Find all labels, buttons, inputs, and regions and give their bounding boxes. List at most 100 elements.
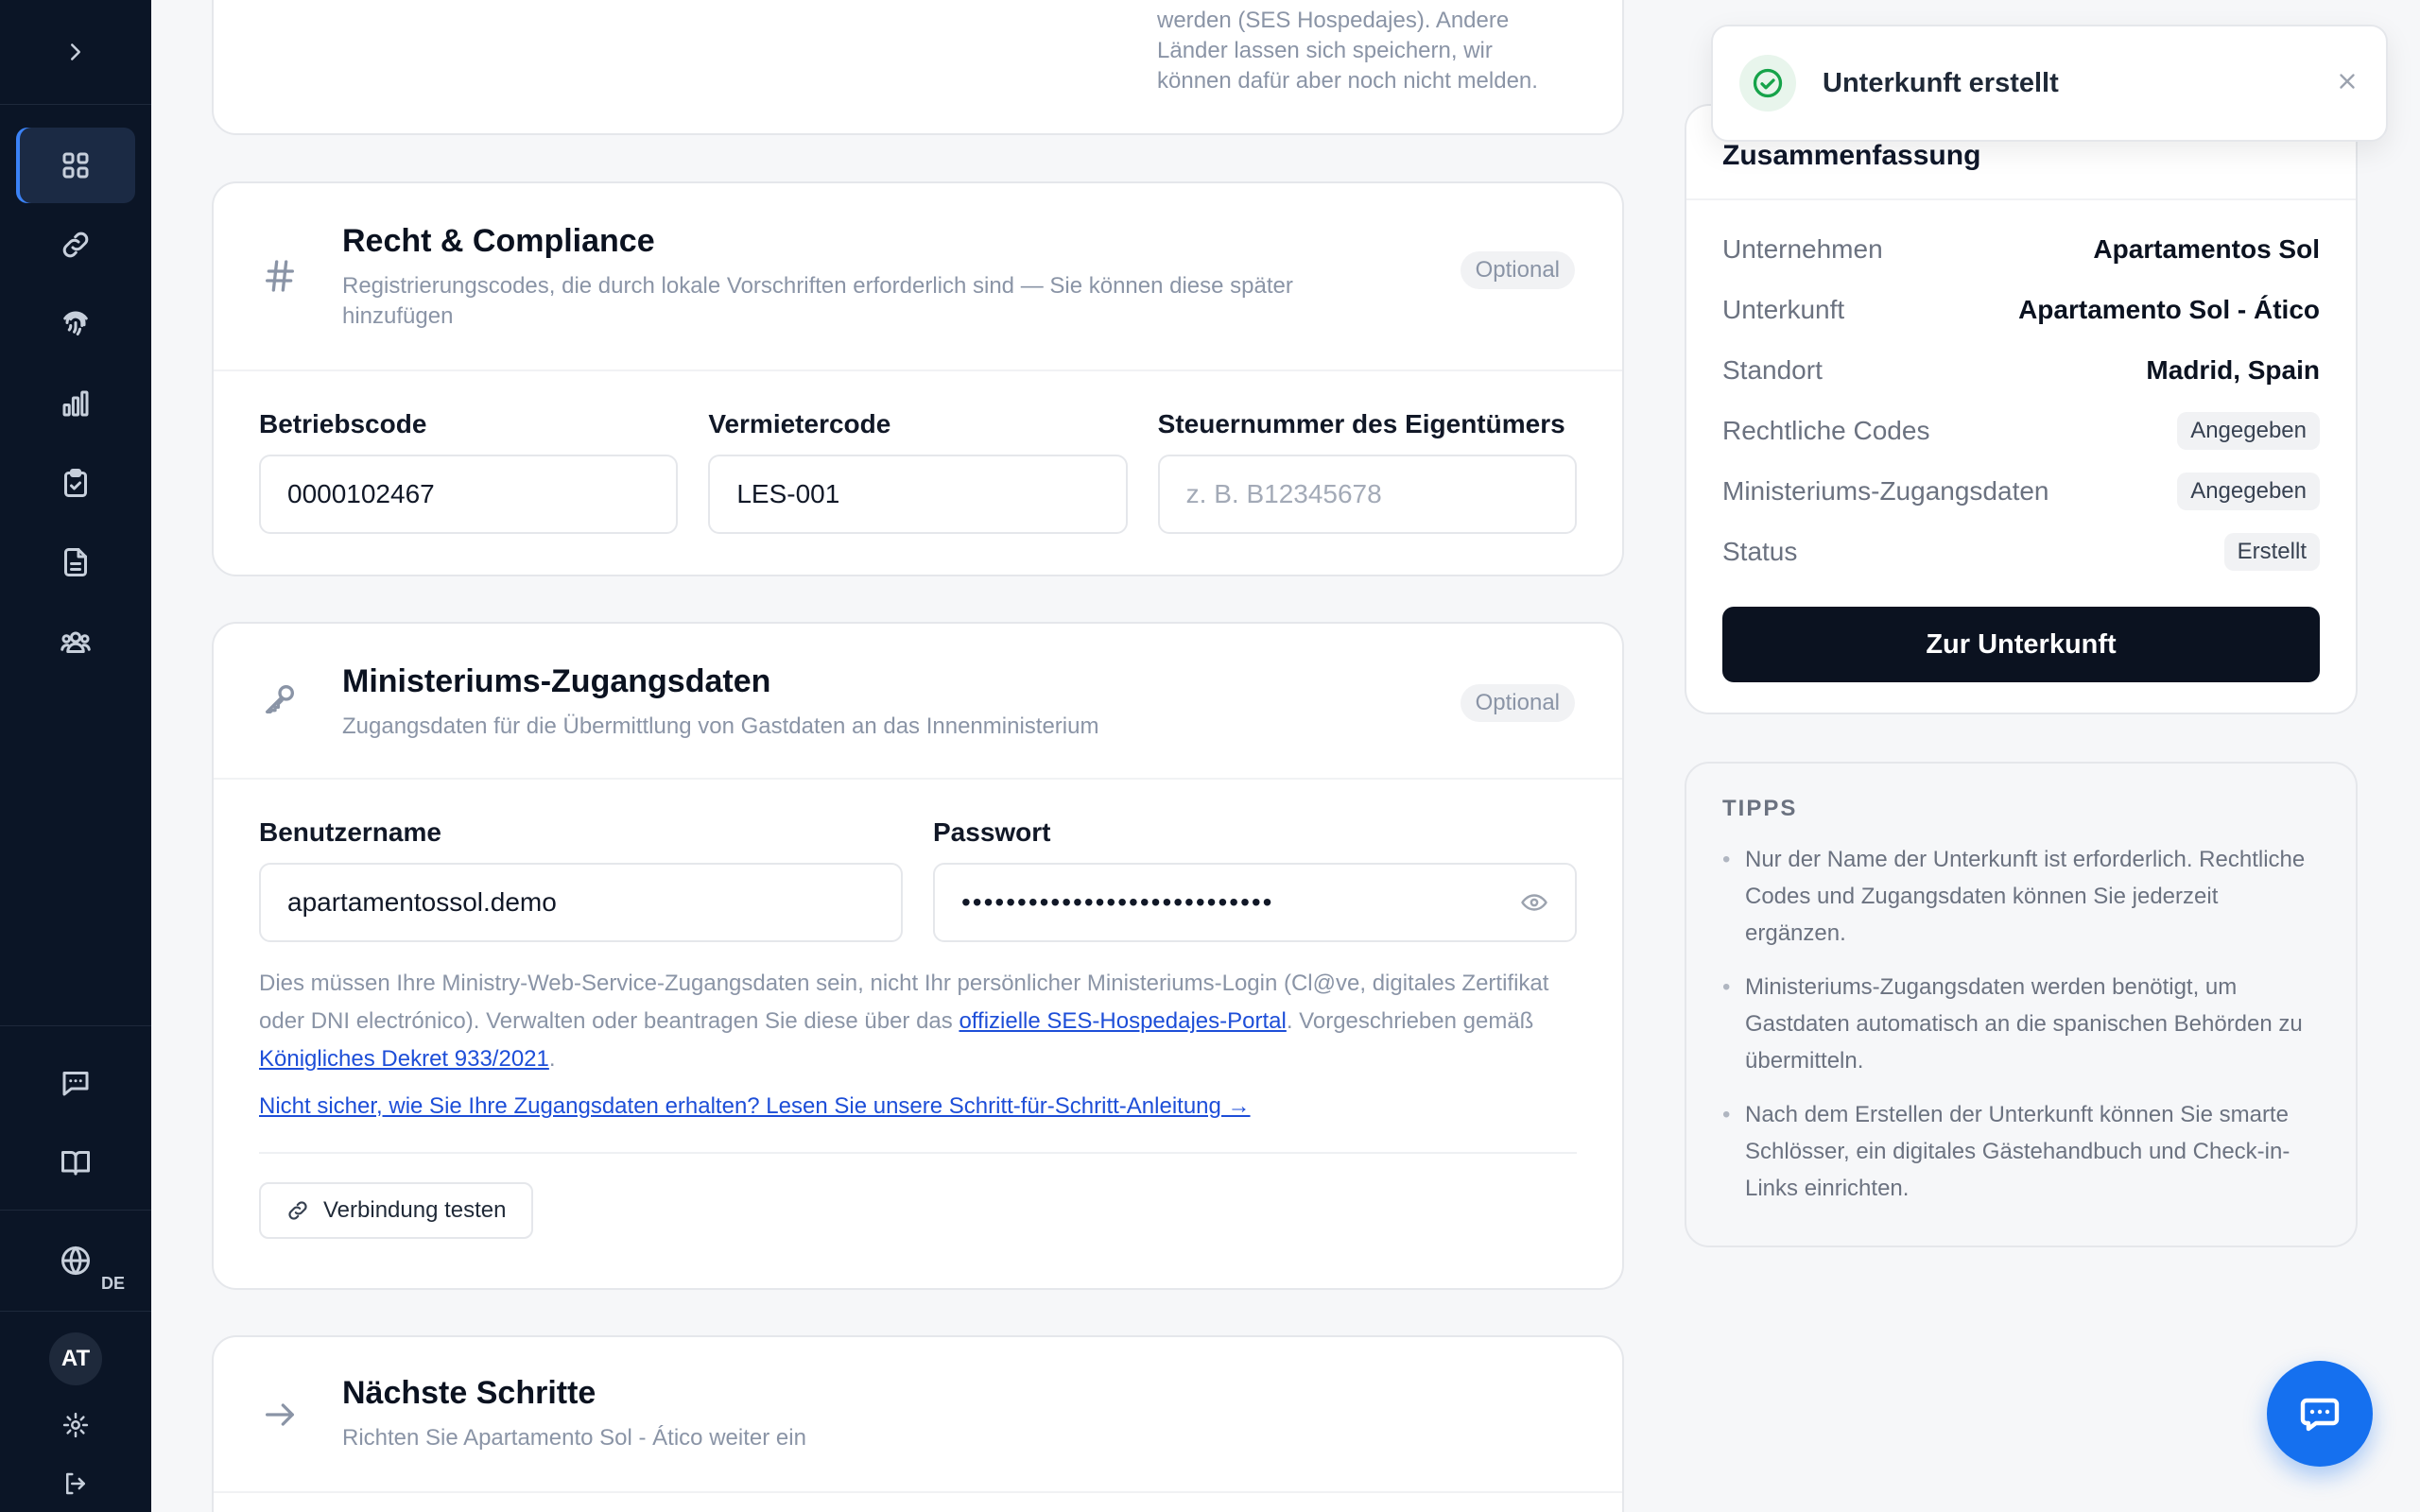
sidebar-header — [0, 0, 151, 105]
optional-badge: Optional — [1460, 251, 1575, 289]
fingerprint-icon — [63, 311, 88, 335]
logout-icon — [66, 1472, 85, 1495]
summary-value: Apartamentos Sol — [2093, 234, 2320, 264]
tip-text: Ministeriums-Zugangsdaten werden benötig… — [1745, 974, 2303, 1074]
summary-panel: Zusammenfassung Unternehmen Apartamentos… — [1685, 104, 2358, 714]
password-field: Passwort •••••••••••••••••••••••••••• — [933, 817, 1577, 942]
username-label: Benutzername — [259, 817, 441, 847]
sidebar: DE AT — [0, 0, 151, 1512]
summary-value: Apartamento Sol - Ático — [2018, 295, 2320, 324]
bullet: • — [1722, 1102, 1731, 1127]
test-connection-button[interactable]: Verbindung testen — [259, 1182, 533, 1239]
sidebar-item-tasks[interactable] — [16, 445, 135, 521]
go-to-property-button[interactable]: Zur Unterkunft — [1722, 607, 2320, 682]
next-steps-card: Nächste Schritte Richten Sie Apartamento… — [212, 1335, 1624, 1512]
tips-panel: TIPPS • Nur der Name der Unterkunft ist e… — [1685, 762, 2358, 1247]
check-circle-icon — [1739, 55, 1796, 112]
key-icon — [261, 680, 308, 728]
guide-link-row: Nicht sicher, wie Sie Ihre Zugangsdaten … — [214, 1078, 1622, 1124]
chevron-right-icon[interactable] — [61, 38, 90, 66]
summary-key: Status — [1722, 537, 1798, 566]
document-icon — [64, 548, 87, 576]
link-icon — [288, 1201, 307, 1220]
language-switcher[interactable]: DE — [0, 1211, 151, 1311]
credentials-help-text: Dies müssen Ihre Ministry-Web-Service-Zu… — [214, 942, 1622, 1078]
next-steps-header: Nächste Schritte Richten Sie Apartamento… — [214, 1337, 1622, 1493]
landlord-code-field: Vermietercode LES-001 — [708, 409, 1128, 534]
grid-icon — [62, 152, 89, 179]
sidebar-item-team[interactable] — [16, 604, 135, 679]
ministry-card-title: Ministeriums-Zugangsdaten — [342, 663, 771, 699]
username-field: Benutzername apartamentossol.demo — [259, 817, 903, 942]
summary-row-status: Status Erstellt — [1722, 522, 2320, 582]
bullet: • — [1722, 847, 1731, 872]
location-note-line: können dafür aber noch nicht melden. — [1157, 68, 1538, 94]
location-note-line: Länder lassen sich speichern, wir — [1157, 38, 1493, 63]
legal-card-title: Recht & Compliance — [342, 223, 655, 259]
arrow-right-icon — [261, 1396, 308, 1443]
summary-row-location: Standort Madrid, Spain — [1722, 340, 2320, 401]
language-code: DE — [100, 1274, 125, 1293]
owner-tax-id-input[interactable]: z. B. B12345678 — [1157, 455, 1577, 534]
help-text-part: . — [548, 1046, 556, 1072]
sidebar-nav — [16, 105, 135, 683]
globe-icon — [61, 1246, 90, 1275]
password-label: Passwort — [933, 817, 1051, 847]
sidebar-item-analytics[interactable] — [16, 366, 135, 441]
business-code-label: Betriebscode — [259, 409, 427, 438]
tip-item: • Nur der Name der Unterkunft ist erforde… — [1722, 841, 2320, 952]
summary-key: Ministeriums-Zugangsdaten — [1722, 476, 2049, 506]
test-connection-label: Verbindung testen — [323, 1197, 507, 1223]
tips-title: TIPPS — [1722, 796, 1798, 821]
ministry-credentials-card: Ministeriums-Zugangsdaten Zugangsdaten f… — [212, 622, 1624, 1290]
divider — [259, 1152, 1577, 1154]
logout-button[interactable] — [0, 1455, 151, 1512]
close-icon[interactable] — [2335, 69, 2360, 98]
landlord-code-input[interactable]: LES-001 — [708, 455, 1128, 534]
gear-icon — [62, 1412, 89, 1438]
sidebar-item-documents[interactable] — [16, 524, 135, 600]
sidebar-item-help-docs[interactable] — [16, 1125, 135, 1200]
clipboard-check-icon — [64, 469, 87, 497]
credentials-guide-link[interactable]: Nicht sicher, wie Sie Ihre Zugangsdaten … — [259, 1093, 1251, 1119]
summary-row-legal-codes: Rechtliche Codes Angegeben — [1722, 401, 2320, 461]
status-badge: Angegeben — [2177, 472, 2320, 510]
status-badge: Angegeben — [2177, 412, 2320, 450]
success-toast: Unterkunft erstellt — [1711, 25, 2388, 142]
ses-portal-link[interactable]: offizielle SES-Hospedajes-Portal — [959, 1008, 1286, 1034]
next-steps-subtitle: Richten Sie Apartamento Sol - Ático weit… — [342, 1425, 806, 1451]
avatar[interactable]: AT — [49, 1332, 102, 1385]
tip-item: • Nach dem Erstellen der Unterkunft könne… — [1722, 1096, 2320, 1207]
royal-decree-link[interactable]: Königliches Dekret 933/2021 — [259, 1046, 549, 1072]
location-note-line: werden (SES Hospedajes). Andere — [1157, 8, 1510, 33]
summary-key: Standort — [1722, 355, 1823, 385]
users-icon — [60, 631, 91, 653]
sidebar-item-dashboard[interactable] — [16, 128, 135, 203]
eye-icon[interactable] — [1520, 888, 1548, 917]
help-text-part: . Vorgeschrieben gemäß — [1286, 1008, 1534, 1034]
summary-row-property: Unterkunft Apartamento Sol - Ático — [1722, 280, 2320, 340]
password-input[interactable]: •••••••••••••••••••••••••••• — [933, 863, 1577, 942]
optional-badge: Optional — [1460, 684, 1575, 722]
landlord-code-label: Vermietercode — [708, 409, 891, 438]
sidebar-item-links[interactable] — [16, 207, 135, 283]
summary-value: Madrid, Spain — [2146, 355, 2320, 385]
chat-support-button[interactable] — [2267, 1361, 2373, 1467]
business-code-input[interactable]: 0000102467 — [259, 455, 679, 534]
legal-fields: Betriebscode 0000102467 Vermietercode LE… — [214, 371, 1622, 572]
summary-key: Unterkunft — [1722, 295, 1845, 324]
ministry-card-header: Ministeriums-Zugangsdaten Zugangsdaten f… — [214, 624, 1622, 780]
bullet: • — [1722, 974, 1731, 1000]
legal-card-header: Recht & Compliance Registrierungscodes, … — [214, 183, 1622, 371]
sidebar-footer: DE AT — [0, 1025, 151, 1512]
tip-item: • Ministeriums-Zugangsdaten werden benöti… — [1722, 969, 2320, 1079]
location-note: werden (SES Hospedajes). Andere Länder l… — [1157, 6, 1601, 96]
summary-rows: Unternehmen Apartamentos Sol Unterkunft … — [1686, 200, 2356, 582]
settings-button[interactable] — [0, 1395, 151, 1455]
sidebar-item-support-chat[interactable] — [16, 1045, 135, 1121]
chat-bubble-icon — [2300, 1398, 2340, 1432]
summary-key: Unternehmen — [1722, 234, 1883, 264]
username-input[interactable]: apartamentossol.demo — [259, 863, 903, 942]
message-square-icon — [62, 1072, 89, 1096]
sidebar-item-access[interactable] — [16, 286, 135, 362]
